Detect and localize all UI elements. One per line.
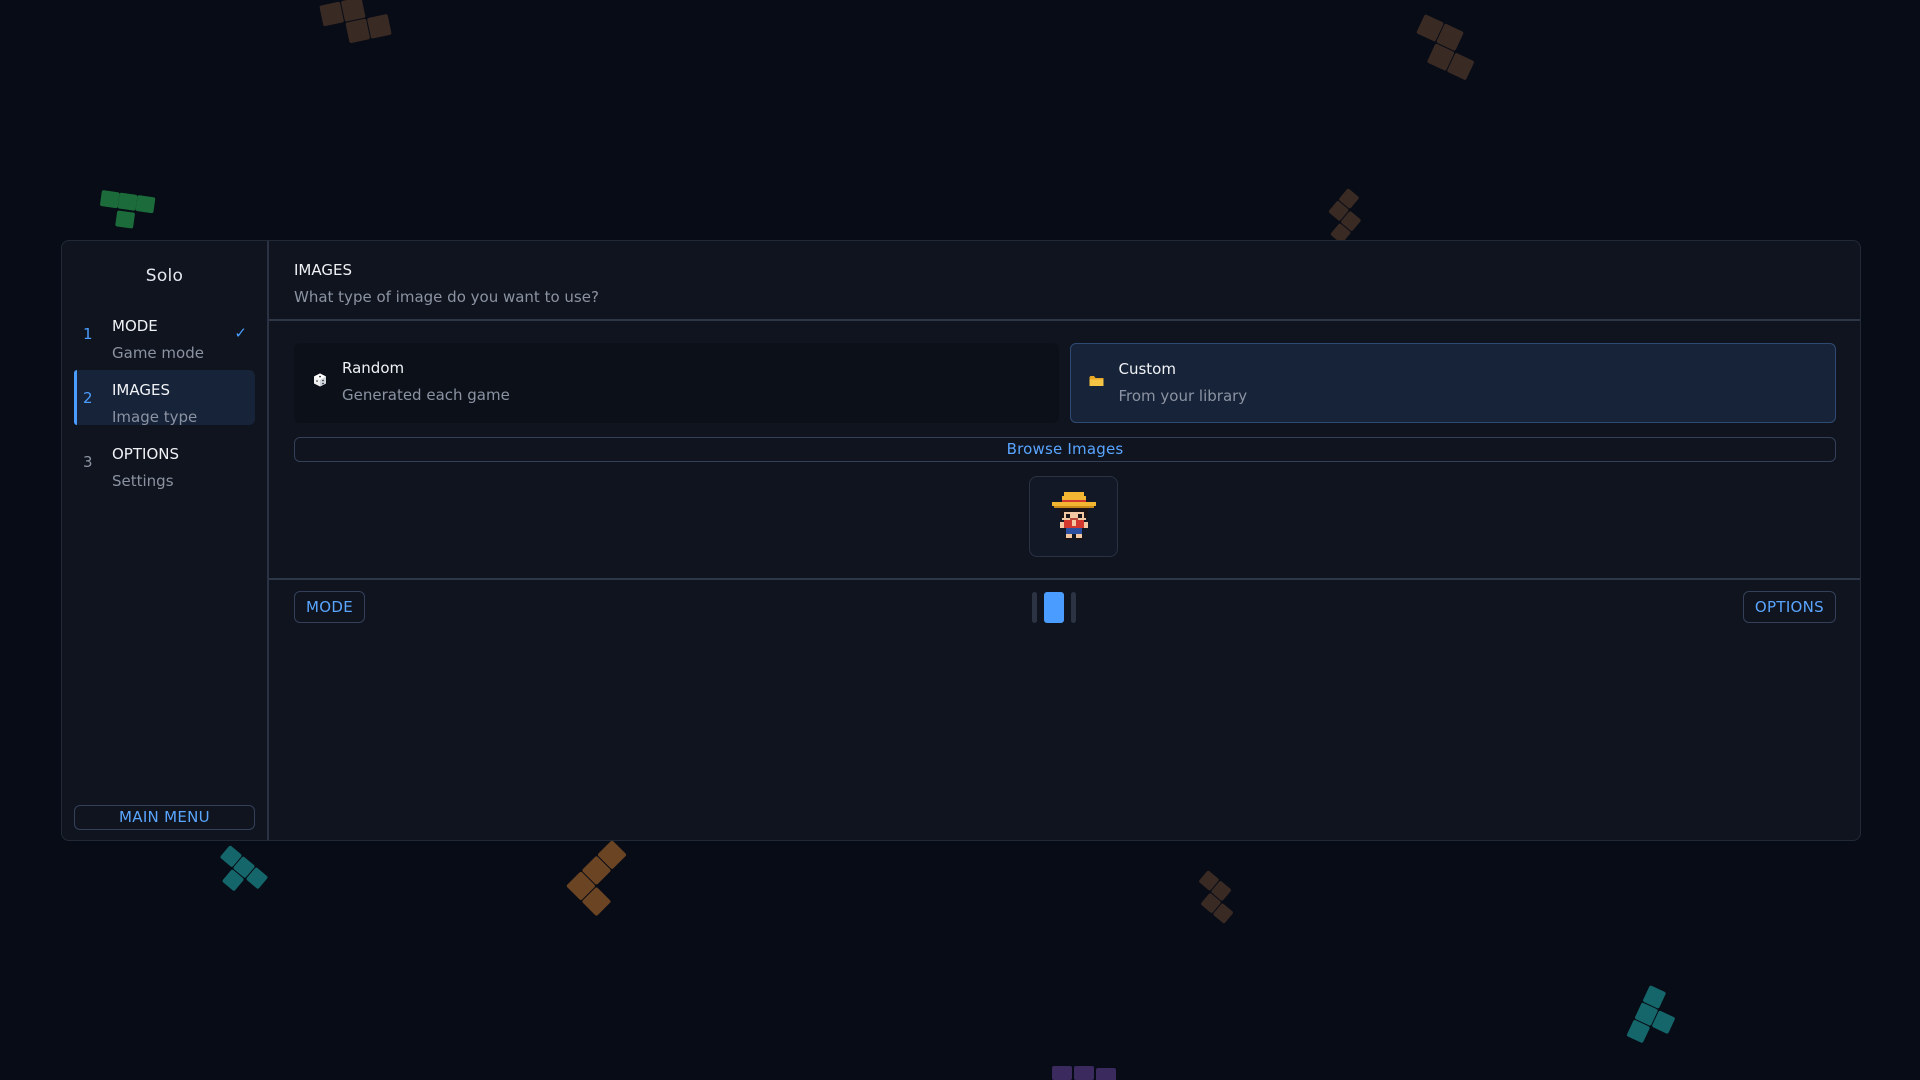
- step-options[interactable]: 3 OPTIONS Settings: [74, 434, 255, 490]
- next-options-button[interactable]: OPTIONS: [1742, 591, 1836, 623]
- step-indicator-dot: [1032, 592, 1037, 623]
- step-number: 1: [83, 325, 93, 343]
- checkmark-icon: ✓: [234, 324, 247, 342]
- choice-random[interactable]: Random Generated each game: [294, 343, 1059, 423]
- sidebar-title: Solo: [145, 266, 184, 286]
- main-menu-button[interactable]: MAIN MENU: [74, 805, 255, 830]
- page-subtitle: What type of image do you want to use?: [294, 288, 599, 306]
- selected-image-thumbnail[interactable]: [1029, 476, 1118, 557]
- footer-divider: [269, 578, 1860, 580]
- step-indicator: [1032, 591, 1076, 624]
- browse-images-button[interactable]: Browse Images: [294, 437, 1836, 462]
- step-mode[interactable]: 1 MODE Game mode ✓: [74, 306, 255, 362]
- page-title: IMAGES: [294, 261, 352, 279]
- content-header: IMAGES What type of image do you want to…: [269, 241, 1860, 321]
- choice-title: Random: [342, 359, 405, 377]
- back-to-mode-button[interactable]: MODE: [294, 591, 365, 623]
- step-indicator-dot: [1071, 592, 1076, 623]
- setup-panel: Solo 1 MODE Game mode ✓ 2 IMAGES Image t…: [61, 240, 1861, 841]
- pixel-character-icon: [1051, 491, 1096, 540]
- choice-title: Custom: [1118, 360, 1176, 378]
- step-subtitle: Settings: [112, 472, 174, 490]
- folder-icon: [1088, 372, 1106, 390]
- step-number: 2: [83, 389, 93, 407]
- step-number: 3: [83, 453, 93, 471]
- steps-sidebar: Solo 1 MODE Game mode ✓ 2 IMAGES Image t…: [62, 241, 269, 840]
- step-subtitle: Image type: [112, 408, 198, 426]
- choice-custom[interactable]: Custom From your library: [1069, 343, 1836, 423]
- step-indicator-dot-active: [1044, 592, 1064, 623]
- choice-subtitle: Generated each game: [342, 386, 510, 404]
- step-title: OPTIONS: [112, 445, 179, 463]
- dice-icon: [311, 371, 329, 389]
- image-type-choices: Random Generated each game Custom From y…: [294, 343, 1836, 423]
- step-title: IMAGES: [112, 381, 170, 399]
- step-subtitle: Game mode: [112, 344, 204, 362]
- step-content: IMAGES What type of image do you want to…: [269, 241, 1860, 840]
- step-images[interactable]: 2 IMAGES Image type: [74, 370, 255, 426]
- choice-subtitle: From your library: [1118, 387, 1248, 405]
